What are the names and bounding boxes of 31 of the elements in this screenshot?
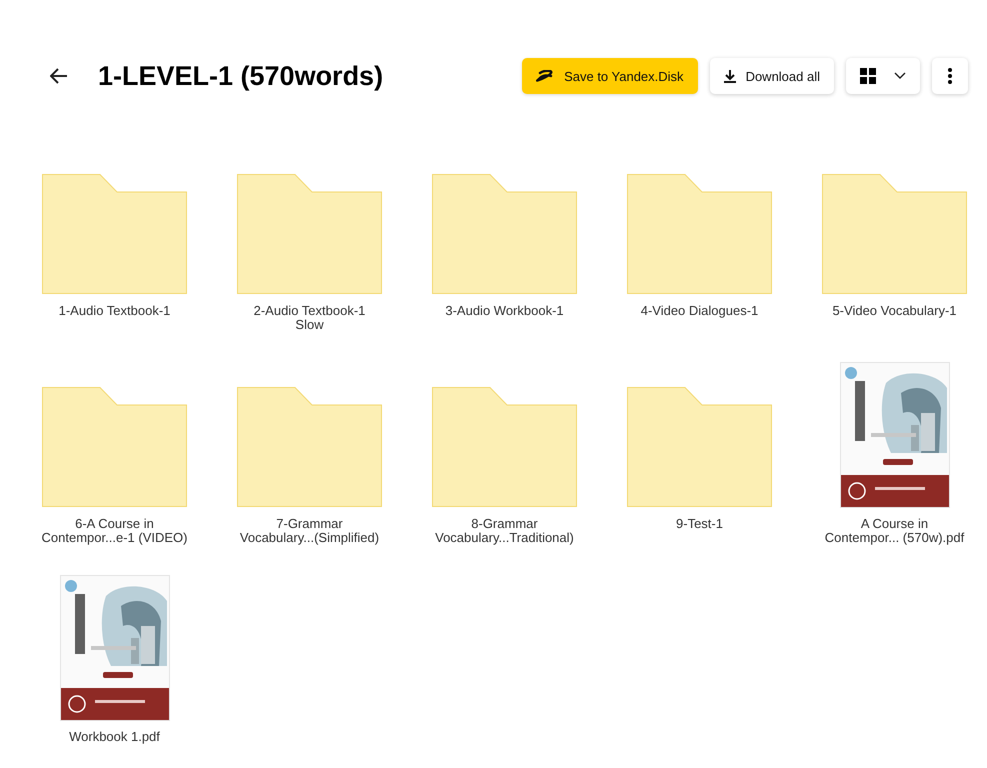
view-mode-button[interactable] [846,58,920,94]
item-name[interactable]: 8-Grammar Vocabulary...Traditional) [435,517,574,545]
folder-icon[interactable] [237,174,382,294]
folder-icon[interactable] [237,387,382,507]
download-icon [724,70,736,82]
download-all-button[interactable]: Download all [710,58,834,94]
item-name[interactable]: 3-Audio Workbook-1 [445,304,564,318]
item-name[interactable]: 2-Audio Textbook-1 Slow [254,304,366,332]
folder-icon[interactable] [42,174,187,294]
folder-icon[interactable] [432,174,577,294]
folder-icon[interactable] [627,387,772,507]
folder-icon[interactable] [42,387,187,507]
item-name[interactable]: 5-Video Vocabulary-1 [832,304,957,318]
chevron-down-icon [894,72,906,80]
folder-icon[interactable] [822,174,967,294]
item-name[interactable]: 7-Grammar Vocabulary...(Simplified) [240,517,380,545]
more-button[interactable] [932,58,968,94]
disk-logo-icon [536,70,554,82]
folder-icon[interactable] [432,387,577,507]
more-icon [948,68,952,84]
item-name[interactable]: 1-Audio Textbook-1 [58,304,170,318]
item-name[interactable]: 6-A Course in Contempor...e-1 (VIDEO) [42,517,188,545]
folder-title: 1-LEVEL-1 (570words) [98,60,384,92]
save-to-disk-button[interactable]: Save to Yandex.Disk [522,58,698,94]
item-name[interactable]: 9-Test-1 [676,517,723,531]
back-arrow-icon[interactable] [50,68,68,84]
item-name[interactable]: Workbook 1.pdf [69,730,160,744]
folder-icon[interactable] [627,174,772,294]
item-name[interactable]: 4-Video Dialogues-1 [640,304,758,318]
item-name[interactable]: A Course in Contempor... (570w).pdf [824,517,964,545]
grid-view-icon [860,68,876,84]
